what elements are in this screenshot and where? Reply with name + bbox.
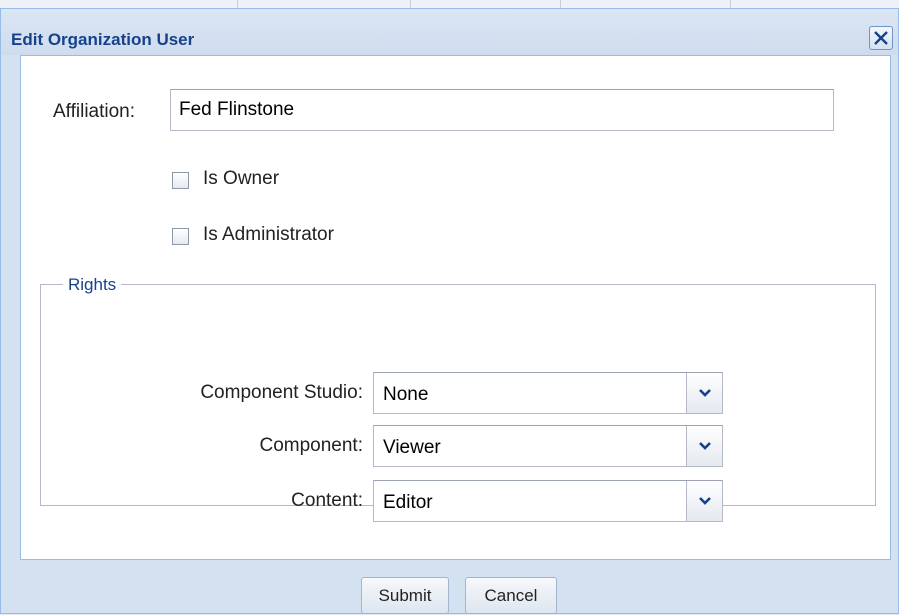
cancel-button[interactable]: Cancel: [465, 577, 557, 614]
content-dropdown-trigger[interactable]: [686, 481, 722, 521]
close-button[interactable]: [869, 26, 893, 50]
affiliation-input[interactable]: [170, 89, 834, 131]
edit-organization-user-dialog: Edit Organization User Affiliation: Is O…: [0, 8, 899, 614]
content-select[interactable]: Editor: [373, 480, 723, 522]
chevron-down-icon: [699, 389, 711, 397]
rights-fieldset: Rights Component Studio: None Component:…: [40, 275, 876, 522]
rights-legend: Rights: [63, 275, 122, 295]
component-studio-select[interactable]: None: [373, 372, 723, 414]
chevron-down-icon: [699, 442, 711, 450]
is-administrator-label: Is Administrator: [203, 224, 334, 245]
dialog-header: Edit Organization User: [1, 9, 898, 55]
close-icon: [874, 31, 888, 45]
component-dropdown-trigger[interactable]: [686, 426, 722, 466]
is-administrator-checkbox[interactable]: [172, 228, 189, 245]
content-label: Content:: [291, 490, 363, 511]
dialog-footer: Submit Cancel: [1, 560, 898, 615]
is-owner-checkbox[interactable]: [172, 172, 189, 189]
dialog-title: Edit Organization User: [11, 30, 195, 49]
component-value: Viewer: [383, 437, 441, 458]
component-studio-value: None: [383, 384, 429, 405]
content-value: Editor: [383, 492, 433, 513]
submit-button[interactable]: Submit: [361, 577, 449, 614]
component-select[interactable]: Viewer: [373, 425, 723, 467]
component-studio-label: Component Studio:: [200, 382, 363, 403]
affiliation-label: Affiliation:: [53, 101, 136, 122]
chevron-down-icon: [699, 497, 711, 505]
dialog-body: Affiliation: Is Owner Is Administrator R…: [20, 55, 891, 560]
component-label: Component:: [259, 435, 363, 456]
component-studio-dropdown-trigger[interactable]: [686, 373, 722, 413]
is-owner-label: Is Owner: [203, 168, 280, 189]
